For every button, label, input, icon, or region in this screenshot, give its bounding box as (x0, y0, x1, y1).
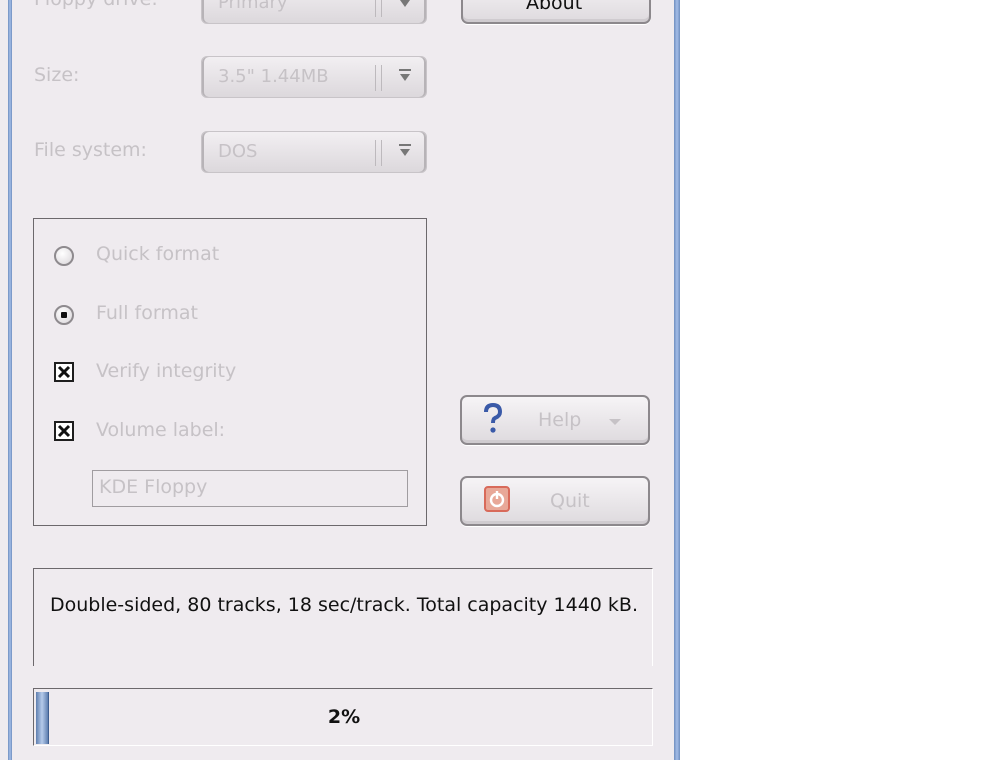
help-button[interactable]: Help (460, 395, 650, 445)
file-system-value: DOS (218, 141, 258, 162)
quick-format-label: Quick format (96, 243, 220, 265)
full-format-label: Full format (96, 302, 198, 324)
file-system-select[interactable]: DOS (201, 131, 427, 173)
quick-format-radio[interactable] (54, 246, 74, 266)
size-label: Size: (34, 64, 80, 86)
disk-info-text: Double-sided, 80 tracks, 18 sec/track. T… (49, 594, 639, 616)
combo-separator (375, 0, 382, 17)
volume-label-input[interactable]: KDE Floppy (92, 470, 408, 507)
window-frame-right (674, 0, 680, 760)
check-x-icon (57, 424, 71, 438)
floppy-drive-label: Floppy drive: (34, 0, 158, 10)
combo-separator (375, 65, 382, 91)
dropdown-arrow-icon (400, 0, 410, 7)
kfloppy-window: Floppy drive: Primary About Size: 3.5" 1… (0, 0, 680, 760)
radio-selected-dot (61, 312, 67, 318)
help-question-icon (484, 403, 503, 433)
floppy-drive-value: Primary (218, 0, 288, 13)
check-x-icon (57, 365, 71, 379)
volume-label-label: Volume label: (96, 419, 226, 441)
dropdown-arrow-icon (399, 69, 411, 81)
power-icon (484, 486, 510, 512)
verify-integrity-label: Verify integrity (96, 360, 237, 382)
format-progress-bar: 2% (33, 688, 653, 746)
about-button[interactable]: About (461, 0, 651, 24)
size-select[interactable]: 3.5" 1.44MB (201, 56, 427, 98)
progress-percent-label: 2% (327, 706, 361, 728)
size-value: 3.5" 1.44MB (218, 66, 329, 87)
quit-button-label: Quit (550, 490, 590, 512)
full-format-radio[interactable] (54, 305, 74, 325)
chevron-down-icon (609, 419, 621, 425)
floppy-drive-select[interactable]: Primary (201, 0, 427, 24)
dropdown-arrow-icon (399, 144, 411, 156)
quit-button[interactable]: Quit (460, 476, 650, 526)
window-frame-left (8, 0, 12, 760)
about-button-label: About (526, 0, 583, 14)
volume-label-checkbox[interactable] (54, 421, 74, 441)
file-system-label: File system: (34, 139, 147, 161)
verify-integrity-checkbox[interactable] (54, 362, 74, 382)
disk-info-panel: Double-sided, 80 tracks, 18 sec/track. T… (33, 568, 653, 666)
help-button-label: Help (538, 409, 582, 431)
combo-separator (375, 140, 382, 166)
